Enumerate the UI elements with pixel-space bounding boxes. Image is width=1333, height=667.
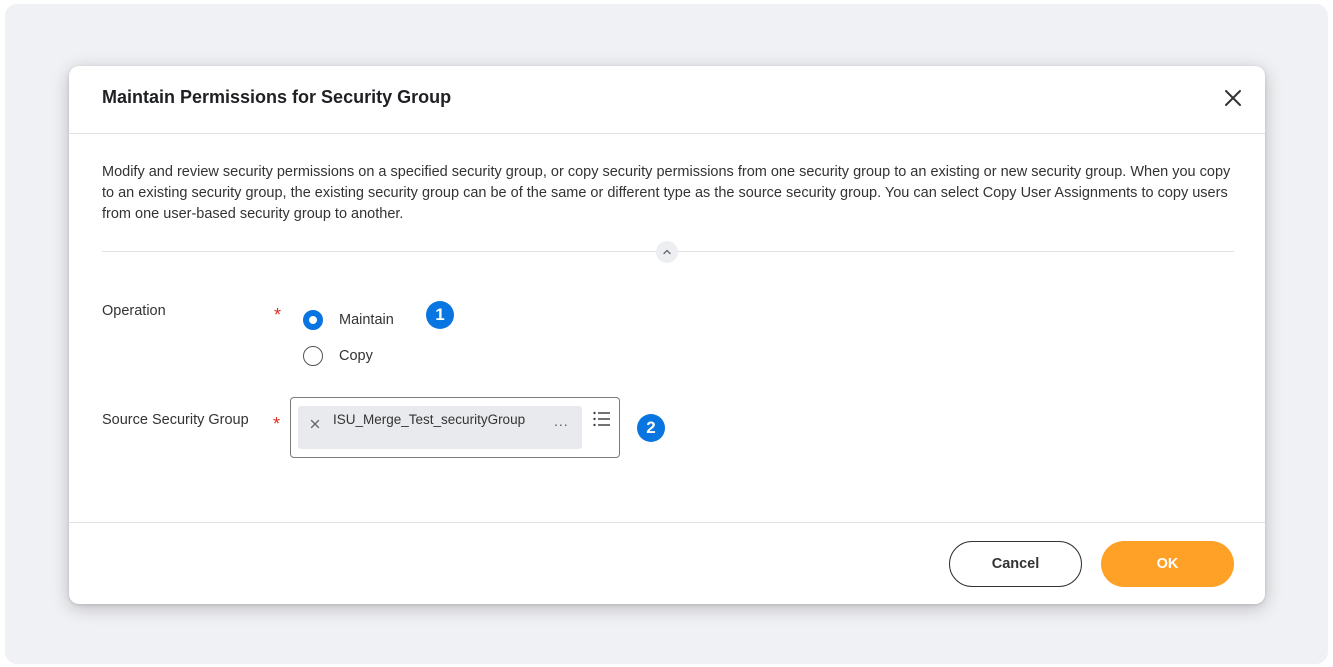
radio-button-checked[interactable] <box>303 310 323 330</box>
radio-button-unchecked[interactable] <box>303 346 323 366</box>
radio-option-maintain[interactable]: Maintain <box>303 310 394 330</box>
dialog-footer: Cancel OK <box>69 522 1265 604</box>
dialog: Maintain Permissions for Security Group … <box>69 66 1265 604</box>
selected-value-pill[interactable]: ISU_Merge_Test_securityGroup ... <box>298 406 582 449</box>
remove-x-icon[interactable] <box>308 417 322 431</box>
ok-button[interactable]: OK <box>1101 541 1234 587</box>
cancel-button[interactable]: Cancel <box>949 541 1082 587</box>
radio-label-maintain: Maintain <box>339 312 394 328</box>
selected-value-text: ISU_Merge_Test_securityGroup <box>333 412 526 427</box>
list-icon[interactable] <box>592 410 612 428</box>
radio-option-copy[interactable]: Copy <box>303 346 373 366</box>
more-options-icon[interactable]: ... <box>554 413 569 429</box>
annotation-badge-1: 1 <box>426 301 454 329</box>
source-security-group-prompt[interactable]: ISU_Merge_Test_securityGroup ... <box>290 397 620 458</box>
chevron-up-icon[interactable] <box>656 241 678 263</box>
source-security-group-label: Source Security Group <box>102 412 249 428</box>
operation-label: Operation <box>102 303 166 319</box>
annotation-badge-2: 2 <box>637 414 665 442</box>
required-marker: * <box>274 305 282 325</box>
required-marker: * <box>273 414 281 434</box>
dialog-description: Modify and review security permissions o… <box>102 164 1231 222</box>
dialog-title: Maintain Permissions for Security Group <box>102 87 452 107</box>
dialog-header: Maintain Permissions for Security Group <box>69 66 1265 134</box>
radio-label-copy: Copy <box>339 348 373 364</box>
close-icon[interactable] <box>1221 86 1245 110</box>
